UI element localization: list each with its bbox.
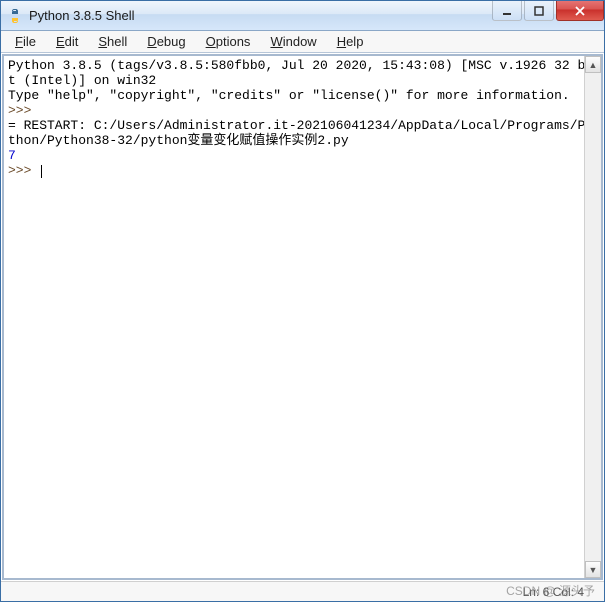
menu-file[interactable]: File [5, 32, 46, 51]
scroll-down-button[interactable]: ▼ [585, 561, 601, 578]
vertical-scrollbar[interactable]: ▲ ▼ [584, 56, 601, 578]
close-button[interactable] [556, 1, 604, 21]
window-root: Python 3.8.5 Shell File Edit Shell Debug… [0, 0, 605, 602]
restart-line: = RESTART: C:/Users/Administrator.it-202… [8, 118, 593, 148]
menu-shell[interactable]: Shell [88, 32, 137, 51]
minimize-button[interactable] [492, 1, 522, 21]
prompt: >>> [8, 163, 31, 178]
statusbar: Ln: 6 Col: 4 [1, 581, 604, 601]
scroll-up-button[interactable]: ▲ [585, 56, 601, 73]
text-cursor [41, 165, 42, 178]
console-output[interactable]: Python 3.8.5 (tags/v3.8.5:580fbb0, Jul 2… [4, 56, 601, 578]
menu-options[interactable]: Options [196, 32, 261, 51]
python-icon [7, 8, 23, 24]
prompt: >>> [8, 103, 31, 118]
banner-line-1: Python 3.8.5 (tags/v3.8.5:580fbb0, Jul 2… [8, 58, 593, 88]
scroll-track[interactable] [585, 73, 601, 561]
banner-line-2: Type "help", "copyright", "credits" or "… [8, 88, 570, 103]
menu-help[interactable]: Help [327, 32, 374, 51]
window-buttons [492, 1, 604, 21]
cursor-position: Ln: 6 Col: 4 [523, 585, 584, 599]
menu-edit[interactable]: Edit [46, 32, 88, 51]
menu-window[interactable]: Window [260, 32, 326, 51]
titlebar[interactable]: Python 3.8.5 Shell [1, 1, 604, 31]
editor-frame: Python 3.8.5 (tags/v3.8.5:580fbb0, Jul 2… [2, 54, 603, 580]
menu-debug[interactable]: Debug [137, 32, 195, 51]
window-title: Python 3.8.5 Shell [29, 8, 135, 23]
output-value: 7 [8, 148, 16, 163]
maximize-button[interactable] [524, 1, 554, 21]
menubar: File Edit Shell Debug Options Window Hel… [1, 31, 604, 53]
